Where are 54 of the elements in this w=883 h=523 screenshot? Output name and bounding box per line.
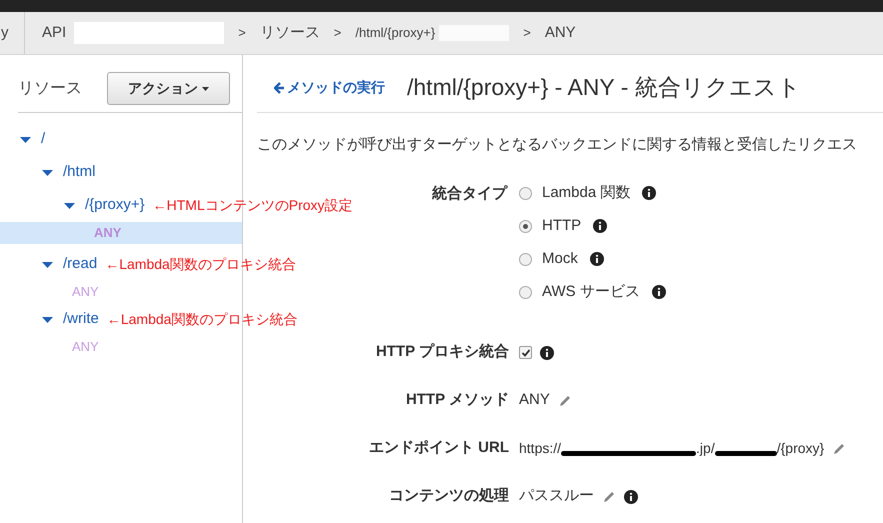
url-text: .jp/ <box>696 439 715 458</box>
annotation: ←HTMLコンテンツのProxy設定 <box>152 196 353 215</box>
radio-label: Lambda 関数 <box>542 182 630 203</box>
breadcrumb-item[interactable]: /html/{proxy+} <box>355 23 436 43</box>
resource-item[interactable]: /read <box>63 253 98 276</box>
info-icon <box>642 186 656 200</box>
annotation: ←Lambda関数のプロキシ統合 <box>106 310 298 329</box>
breadcrumb-item[interactable]: API <box>42 22 66 44</box>
field-label: HTTP プロキシ統合 <box>374 342 510 362</box>
caret-icon[interactable] <box>20 136 31 144</box>
arrow-left-icon <box>274 82 284 94</box>
caret-icon <box>202 86 209 90</box>
caret-icon[interactable] <box>42 168 53 176</box>
radio-button[interactable] <box>519 286 532 298</box>
url-text: https:// <box>519 439 562 458</box>
radio-button[interactable] <box>519 186 532 200</box>
info-icon <box>652 285 666 299</box>
pencil-icon[interactable] <box>602 490 616 504</box>
resource-item[interactable]: /write <box>63 308 99 331</box>
radio-button[interactable] <box>519 220 532 232</box>
redaction-mark <box>714 451 777 456</box>
url-text: /{proxy} <box>776 439 824 458</box>
breadcrumb-separator: > <box>238 24 246 42</box>
caret-icon[interactable] <box>64 202 75 210</box>
breadcrumb-separator: > <box>334 24 342 42</box>
radio-label: Mock <box>542 248 578 269</box>
panel-title: リソース <box>18 78 83 98</box>
resource-item[interactable]: / <box>41 128 46 151</box>
caret-icon[interactable] <box>42 260 53 268</box>
field-value: パススルー <box>519 486 594 506</box>
actions-button[interactable]: アクション <box>107 72 230 105</box>
pencil-icon[interactable] <box>558 394 572 408</box>
info-icon <box>590 252 604 266</box>
breadcrumb-item[interactable]: y <box>0 22 24 44</box>
info-icon <box>593 219 608 233</box>
breadcrumb-item[interactable]: ANY <box>544 22 576 44</box>
field-label: HTTP メソッド <box>404 390 510 410</box>
field-label: エンドポイント URL <box>368 438 510 458</box>
checkbox[interactable] <box>519 346 532 359</box>
pencil-icon[interactable] <box>832 442 846 456</box>
field-value: ANY <box>519 390 550 410</box>
resource-item[interactable]: /html <box>63 161 96 184</box>
breadcrumb-separator: > <box>523 24 531 42</box>
breadcrumb-item[interactable]: リソース <box>260 22 320 44</box>
radio-label: HTTP <box>542 216 582 236</box>
radio-label: AWS サービス <box>542 282 640 302</box>
resource-item[interactable]: /{proxy+} <box>85 194 145 217</box>
annotation: ←Lambda関数のプロキシ統合 <box>105 255 296 274</box>
field-label: コンテンツの処理 <box>388 486 510 506</box>
radio-button[interactable] <box>519 252 532 266</box>
page-title: /html/{proxy+} - ANY - 統合リクエスト <box>407 73 801 102</box>
description: このメソッドが呼び出すターゲットとなるバックエンドに関する情報と受信したリクエス <box>257 135 858 155</box>
caret-icon[interactable] <box>42 316 53 324</box>
back-link[interactable]: メソッドの実行 <box>274 77 385 98</box>
